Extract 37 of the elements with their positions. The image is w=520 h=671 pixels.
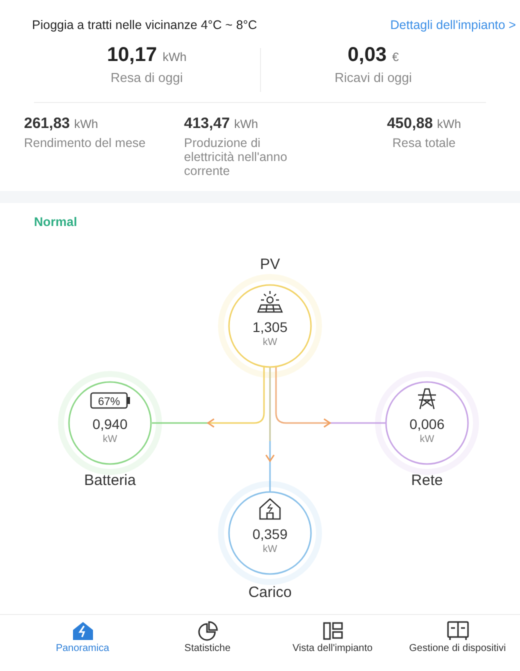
stat-label: Resa totale [392, 136, 456, 150]
stat-value: 261,83 kWh [24, 115, 100, 132]
house-icon [72, 621, 94, 641]
power-value: 1,305 [252, 319, 288, 335]
power-unit: kW [102, 434, 118, 445]
battery-percent: 67% [98, 396, 120, 408]
stat-label: Ricavi di oggi [334, 70, 412, 85]
node-label: Batteria [84, 472, 136, 489]
stat-value: 0,03 € [348, 44, 399, 67]
nav-tab[interactable]: Vista dell'impianto [270, 619, 395, 656]
nav-tab[interactable]: Gestione di dispositivi [395, 619, 520, 656]
power-value: 0,940 [92, 416, 128, 432]
power-value: 0,359 [252, 526, 288, 542]
power-unit: kW [420, 434, 434, 445]
power-unit: kW [262, 337, 278, 348]
house-icon [259, 498, 281, 520]
stat-label: Produzione di elettricità nell'anno corrente [184, 136, 288, 178]
power-value: 0,006 [409, 416, 445, 432]
cabinet-icon [446, 621, 468, 641]
status-text: Normal [33, 214, 78, 231]
power-pylon-icon [417, 388, 437, 410]
nav-tab[interactable]: Statistiche [145, 619, 270, 656]
nav-tab[interactable]: Panoramica [20, 619, 145, 656]
node-label: PV [260, 256, 280, 273]
weather-text: Pioggia a tratti nelle vicinanze 4°C ~ 8°C [32, 18, 258, 32]
stat-value: 10,17 kWh [106, 44, 187, 67]
node-label: Carico [248, 584, 292, 601]
stat-value: 450,88 kWh [386, 115, 462, 132]
stat-label: Rendimento del mese [24, 136, 147, 150]
node-label: Rete [411, 472, 443, 489]
stat-value: 413,47 kWh [184, 115, 260, 132]
stat-label: Resa di oggi [110, 70, 183, 85]
pie-chart-icon [196, 621, 218, 641]
battery-icon [90, 392, 130, 409]
layout-icon [322, 621, 344, 641]
solar-panel-icon [257, 290, 283, 313]
power-unit: kW [262, 544, 278, 555]
